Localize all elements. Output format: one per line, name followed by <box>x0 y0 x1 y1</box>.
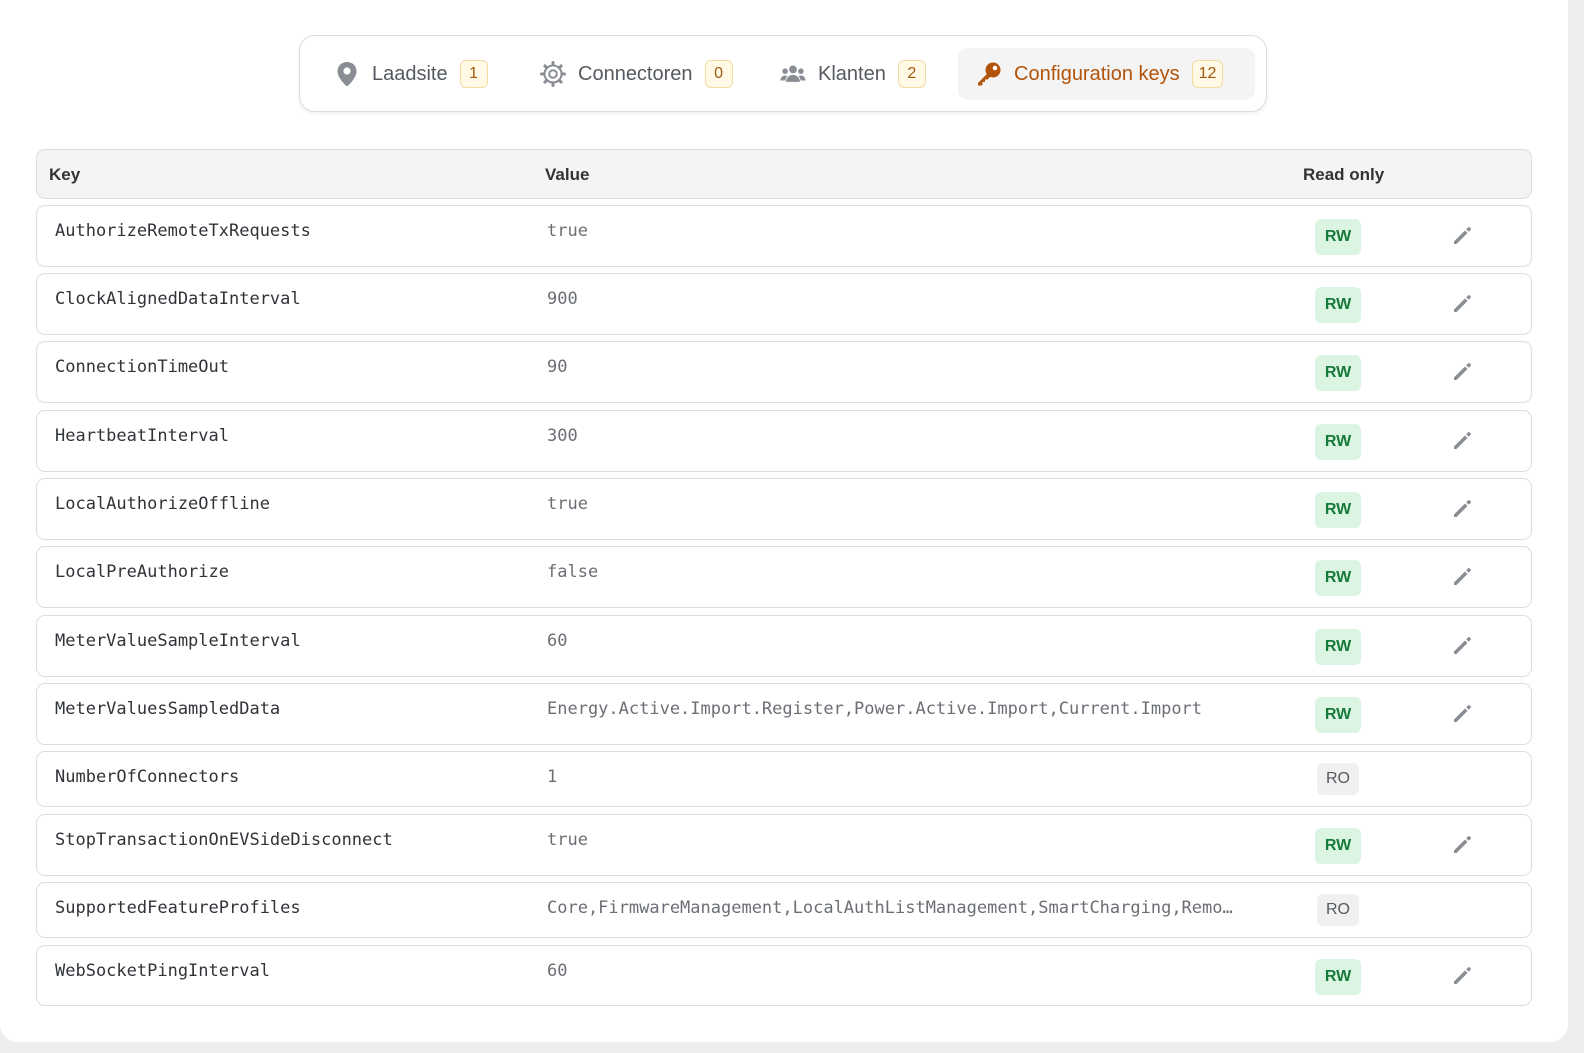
access-badge: RO <box>1317 763 1359 795</box>
access-badge: RW <box>1315 629 1361 665</box>
edit-icon[interactable] <box>1451 703 1473 725</box>
column-header-key: Key <box>49 165 81 184</box>
config-value: 1 <box>547 767 558 787</box>
access-badge: RW <box>1315 492 1361 528</box>
tab-label: Connectoren <box>578 62 693 85</box>
access-badge: RW <box>1315 828 1361 864</box>
access-badge: RW <box>1315 287 1361 323</box>
config-value: Energy.Active.Import.Register,Power.Acti… <box>547 699 1203 719</box>
config-key: LocalAuthorizeOffline <box>55 494 270 514</box>
config-key: NumberOfConnectors <box>55 767 240 787</box>
table-row: SupportedFeatureProfiles Core,FirmwareMan… <box>36 882 1532 938</box>
config-key: HeartbeatInterval <box>55 426 229 446</box>
column-header-value: Value <box>545 165 590 184</box>
access-badge: RW <box>1315 697 1361 733</box>
config-value: 60 <box>547 631 568 651</box>
table-row: MeterValueSampleInterval 60 RW <box>36 615 1532 677</box>
config-key: AuthorizeRemoteTxRequests <box>55 221 311 241</box>
tab-label: Laadsite <box>372 62 448 85</box>
access-badge: RW <box>1315 219 1361 255</box>
table-row: ConnectionTimeOut 90 RW <box>36 341 1532 403</box>
config-value: true <box>547 494 588 514</box>
access-badge: RW <box>1315 560 1361 596</box>
edit-icon[interactable] <box>1451 430 1473 452</box>
config-key: ConnectionTimeOut <box>55 357 229 377</box>
table-row: MeterValuesSampledData Energy.Active.Impo… <box>36 683 1532 745</box>
edit-icon[interactable] <box>1451 965 1473 987</box>
tab-configuration-keys[interactable]: Configuration keys 12 <box>958 48 1255 100</box>
configuration-panel: Laadsite 1 Connectoren 0 Klanten 2 Confi… <box>0 0 1568 1042</box>
tab-count-badge: 0 <box>704 60 733 88</box>
edit-icon[interactable] <box>1451 635 1473 657</box>
gear-icon <box>540 61 566 87</box>
access-badge: RW <box>1315 424 1361 460</box>
tab-laadsite[interactable]: Laadsite 1 <box>316 48 500 100</box>
config-key: MeterValuesSampledData <box>55 699 281 719</box>
access-badge: RW <box>1315 355 1361 391</box>
config-value: true <box>547 221 588 241</box>
config-key: SupportedFeatureProfiles <box>55 898 301 918</box>
edit-icon[interactable] <box>1451 498 1473 520</box>
access-badge: RO <box>1317 894 1359 926</box>
table-row: StopTransactionOnEVSideDisconnect true RW <box>36 814 1532 876</box>
table-row: NumberOfConnectors 1 RO <box>36 751 1532 807</box>
table-header: Key Value Read only <box>36 149 1532 199</box>
column-header-read-only: Read only <box>1303 165 1385 184</box>
tab-count-badge: 2 <box>897 60 926 88</box>
config-value: true <box>547 830 588 850</box>
tab-count-badge: 1 <box>459 60 488 88</box>
table-row: HeartbeatInterval 300 RW <box>36 410 1532 472</box>
users-icon <box>780 61 806 87</box>
table-row: LocalAuthorizeOffline true RW <box>36 478 1532 540</box>
key-icon <box>976 61 1002 87</box>
tab-klanten[interactable]: Klanten 2 <box>762 48 942 100</box>
config-key: LocalPreAuthorize <box>55 562 229 582</box>
edit-icon[interactable] <box>1451 834 1473 856</box>
config-key: WebSocketPingInterval <box>55 961 270 981</box>
config-value: false <box>547 562 599 582</box>
table-row: WebSocketPingInterval 60 RW <box>36 945 1532 1006</box>
access-badge: RW <box>1315 959 1361 995</box>
location-pin-icon <box>334 61 360 87</box>
config-key: StopTransactionOnEVSideDisconnect <box>55 830 393 850</box>
config-value: 300 <box>547 426 578 446</box>
edit-icon[interactable] <box>1451 225 1473 247</box>
config-value: 900 <box>547 289 578 309</box>
tab-label: Klanten <box>818 62 886 85</box>
tab-bar: Laadsite 1 Connectoren 0 Klanten 2 Confi… <box>299 35 1267 112</box>
tab-connectoren[interactable]: Connectoren 0 <box>522 48 742 100</box>
tab-count-badge: 12 <box>1191 60 1224 88</box>
config-value: Core,FirmwareManagement,LocalAuthListMan… <box>547 898 1233 918</box>
config-value: 90 <box>547 357 568 377</box>
edit-icon[interactable] <box>1451 361 1473 383</box>
config-value: 60 <box>547 961 568 981</box>
config-key: ClockAlignedDataInterval <box>55 289 301 309</box>
config-key: MeterValueSampleInterval <box>55 631 301 651</box>
table-row: ClockAlignedDataInterval 900 RW <box>36 273 1532 335</box>
edit-icon[interactable] <box>1451 293 1473 315</box>
table-row: AuthorizeRemoteTxRequests true RW <box>36 205 1532 267</box>
table-row: LocalPreAuthorize false RW <box>36 546 1532 608</box>
tab-label: Configuration keys <box>1014 62 1180 85</box>
edit-icon[interactable] <box>1451 566 1473 588</box>
